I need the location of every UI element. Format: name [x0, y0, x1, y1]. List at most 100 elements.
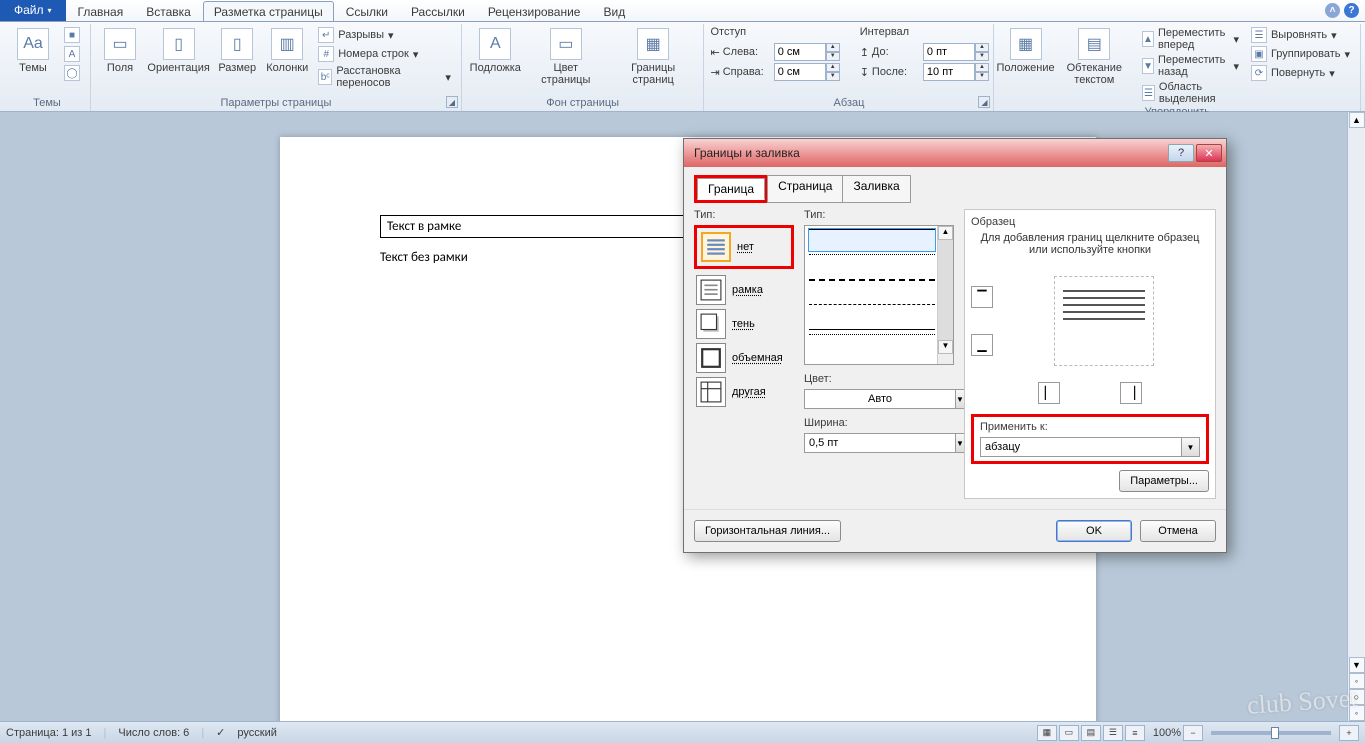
options-button[interactable]: Параметры...	[1119, 470, 1209, 492]
prev-page-button[interactable]: ◦	[1349, 673, 1365, 689]
setting-custom[interactable]: другая	[694, 375, 794, 409]
position-button[interactable]: ▦Положение	[1000, 26, 1050, 76]
page-borders-button[interactable]: ▦Границы страниц	[609, 26, 698, 88]
dialog-tab-border[interactable]: Граница	[697, 178, 765, 200]
view-outline[interactable]: ☰	[1103, 725, 1123, 741]
file-tab[interactable]: Файл	[0, 0, 66, 21]
hyphenation-button[interactable]: bᶜРасстановка переносов ▾	[314, 64, 455, 90]
group-themes: Aa Темы ■ A ◯ Темы	[4, 24, 91, 111]
wrap-text-button[interactable]: ▤Обтекание текстом	[1055, 26, 1134, 88]
theme-colors-button[interactable]: ■	[60, 26, 84, 44]
border-style-list[interactable]: ▲▼	[804, 225, 954, 365]
theme-effects-button[interactable]: ◯	[60, 64, 84, 82]
line-numbers-button[interactable]: #Номера строк ▾	[314, 45, 455, 63]
setting-shadow[interactable]: тень	[694, 307, 794, 341]
rotate-button[interactable]: ⟳Повернуть ▾	[1247, 64, 1354, 82]
zoom-out-button[interactable]: −	[1183, 725, 1203, 741]
spin-down[interactable]: ▼	[826, 52, 840, 61]
tab-view[interactable]: Вид	[592, 1, 636, 21]
dialog-tab-shading[interactable]: Заливка	[842, 175, 910, 203]
view-full-screen[interactable]: ▭	[1059, 725, 1079, 741]
minimize-ribbon-icon[interactable]: ˄	[1325, 3, 1340, 18]
bring-forward-button[interactable]: ▲Переместить вперед ▾	[1138, 26, 1243, 52]
border-color-select[interactable]	[804, 389, 956, 409]
spin-up[interactable]: ▲	[975, 63, 989, 72]
borders-shading-dialog: Границы и заливка ? ✕ Граница Страница З…	[683, 138, 1227, 553]
dialog-help-button[interactable]: ?	[1168, 144, 1194, 162]
paragraph-launcher[interactable]: ◢	[978, 96, 990, 108]
tab-home[interactable]: Главная	[67, 1, 135, 21]
size-icon: ▯	[221, 28, 253, 60]
size-button[interactable]: ▯Размер	[214, 26, 260, 76]
tab-insert[interactable]: Вставка	[135, 1, 202, 21]
page-setup-launcher[interactable]: ◢	[446, 96, 458, 108]
send-backward-button[interactable]: ▼Переместить назад ▾	[1138, 53, 1243, 79]
watermark-button[interactable]: AПодложка	[468, 26, 523, 76]
style-scroll-up[interactable]: ▲	[938, 226, 953, 240]
space-after-icon: ↧	[860, 66, 869, 79]
group-paragraph: Отступ ⇤Слева:▲▼ ⇥Справа:▲▼ Интервал ↥До…	[704, 24, 994, 111]
dialog-tab-page[interactable]: Страница	[767, 175, 843, 203]
zoom-in-button[interactable]: +	[1339, 725, 1359, 741]
spin-up[interactable]: ▲	[826, 43, 840, 52]
dialog-titlebar[interactable]: Границы и заливка ? ✕	[684, 139, 1226, 167]
status-bar: Страница: 1 из 1 | Число слов: 6 | ✓ рус…	[0, 721, 1365, 743]
orientation-button[interactable]: ▯Ориентация	[147, 26, 210, 76]
scroll-down-button[interactable]: ▼	[1349, 657, 1365, 673]
proofing-icon[interactable]: ✓	[216, 726, 225, 739]
view-web-layout[interactable]: ▤	[1081, 725, 1101, 741]
spin-down[interactable]: ▼	[975, 52, 989, 61]
group-button[interactable]: ▣Группировать ▾	[1247, 45, 1354, 63]
columns-button[interactable]: ▥Колонки	[264, 26, 310, 76]
horizontal-line-button[interactable]: Горизонтальная линия...	[694, 520, 841, 542]
tab-review[interactable]: Рецензирование	[477, 1, 592, 21]
page-color-button[interactable]: ▭Цвет страницы	[527, 26, 605, 88]
group-page-background: AПодложка ▭Цвет страницы ▦Границы страни…	[462, 24, 705, 111]
tab-references[interactable]: Ссылки	[335, 1, 399, 21]
scroll-up-button[interactable]: ▲	[1349, 112, 1365, 128]
zoom-slider[interactable]	[1211, 731, 1331, 735]
indent-right-input[interactable]	[774, 63, 826, 81]
view-print-layout[interactable]: ▦	[1037, 725, 1057, 741]
ok-button[interactable]: OK	[1056, 520, 1132, 542]
status-language[interactable]: русский	[237, 727, 276, 739]
tab-mailings[interactable]: Рассылки	[400, 1, 476, 21]
setting-none[interactable]: нет	[699, 230, 789, 264]
next-page-button[interactable]: ◦	[1349, 705, 1365, 721]
space-after-input[interactable]	[923, 63, 975, 81]
cancel-button[interactable]: Отмена	[1140, 520, 1216, 542]
help-icon[interactable]: ?	[1344, 3, 1359, 18]
zoom-level[interactable]: 100%	[1153, 727, 1181, 739]
view-draft[interactable]: ≡	[1125, 725, 1145, 741]
spin-down[interactable]: ▼	[826, 72, 840, 81]
border-bottom-toggle[interactable]: ▁	[971, 334, 993, 356]
border-top-toggle[interactable]: ▔	[971, 286, 993, 308]
spin-down[interactable]: ▼	[975, 72, 989, 81]
indent-left-input[interactable]	[774, 43, 826, 61]
border-width-select[interactable]	[804, 433, 956, 453]
browse-object-button[interactable]: ○	[1349, 689, 1365, 705]
apply-to-dropdown-button[interactable]: ▼	[1182, 437, 1200, 457]
space-before-input[interactable]	[923, 43, 975, 61]
vertical-scrollbar[interactable]: ▲ ▼ ◦ ○ ◦	[1347, 112, 1365, 721]
status-word-count[interactable]: Число слов: 6	[118, 727, 189, 739]
preview-sample[interactable]	[1054, 276, 1154, 366]
themes-button[interactable]: Aa Темы	[10, 26, 56, 76]
breaks-button[interactable]: ↵Разрывы ▾	[314, 26, 455, 44]
dialog-close-button[interactable]: ✕	[1196, 144, 1222, 162]
border-left-toggle[interactable]: ▏	[1038, 382, 1060, 404]
margins-button[interactable]: ▭Поля	[97, 26, 143, 76]
spin-up[interactable]: ▲	[975, 43, 989, 52]
border-right-toggle[interactable]: ▕	[1120, 382, 1142, 404]
setting-3d[interactable]: объемная	[694, 341, 794, 375]
theme-fonts-button[interactable]: A	[60, 45, 84, 63]
selection-pane-button[interactable]: ☰Область выделения	[1138, 80, 1243, 106]
setting-box[interactable]: рамка	[694, 273, 794, 307]
tab-page-layout[interactable]: Разметка страницы	[203, 1, 334, 21]
status-page[interactable]: Страница: 1 из 1	[6, 727, 92, 739]
width-label: Ширина:	[804, 417, 954, 429]
style-scroll-down[interactable]: ▼	[938, 340, 953, 354]
apply-to-select[interactable]	[980, 437, 1182, 457]
spin-up[interactable]: ▲	[826, 63, 840, 72]
align-button[interactable]: ☰Выровнять ▾	[1247, 26, 1354, 44]
